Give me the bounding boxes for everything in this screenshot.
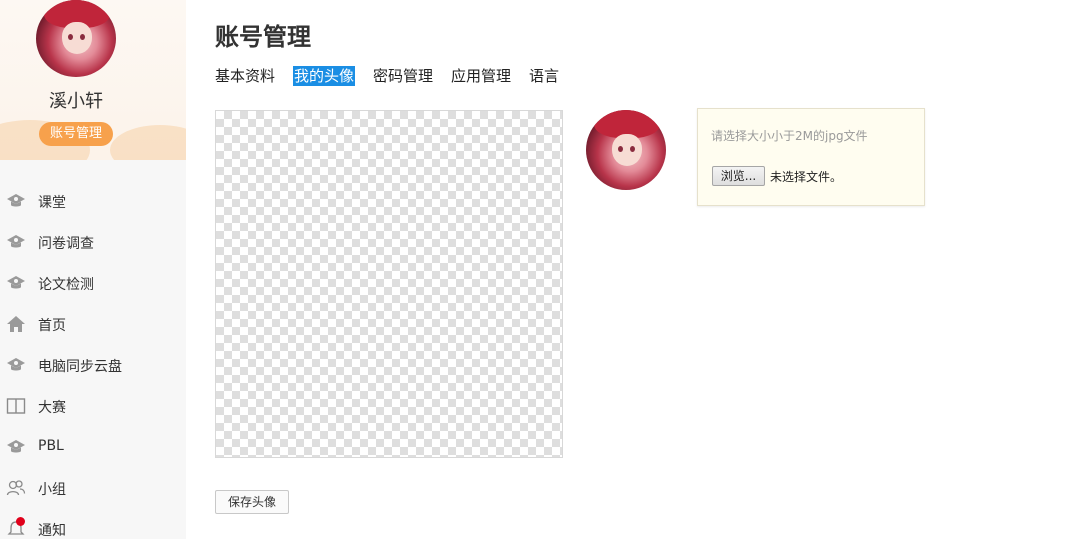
graduation-cap-icon [6,273,26,293]
tab-app-management[interactable]: 应用管理 [451,66,511,86]
page-title: 账号管理 [215,23,311,51]
avatar[interactable] [36,0,116,77]
tab-password[interactable]: 密码管理 [373,66,433,86]
sidebar-nav: 课堂 问卷调查 论文检测 首页 电脑同步云盘 大赛 PBL 小组 通知 [0,180,186,539]
book-icon [6,396,26,416]
sidebar-item-label: 论文检测 [38,277,94,293]
save-avatar-button[interactable]: 保存头像 [215,490,289,514]
avatar-crop-area[interactable] [215,110,563,458]
graduation-cap-icon [6,437,26,457]
avatar-eye [630,146,635,152]
home-icon [6,314,26,334]
graduation-cap-icon [6,191,26,211]
app: 溪小轩 账号管理 课堂 问卷调查 论文检测 首页 电脑同步云盘 大赛 PBL 小… [0,0,1086,539]
sidebar: 溪小轩 账号管理 课堂 问卷调查 论文检测 首页 电脑同步云盘 大赛 PBL 小… [0,0,186,539]
upload-panel: 请选择大小小于2M的jpg文件 浏览... 未选择文件。 [697,108,925,206]
sidebar-item-notifications[interactable]: 通知 [0,508,186,539]
sidebar-item-paper-check[interactable]: 论文检测 [0,262,186,303]
sidebar-item-label: 小组 [38,482,66,498]
graduation-cap-icon [6,355,26,375]
group-icon [6,478,26,498]
tab-my-avatar[interactable]: 我的头像 [293,66,356,86]
sidebar-item-classroom[interactable]: 课堂 [0,180,186,221]
sidebar-item-group[interactable]: 小组 [0,467,186,508]
sidebar-item-label: 通知 [38,523,66,539]
sidebar-item-label: 电脑同步云盘 [38,359,122,375]
notification-dot [16,517,25,526]
account-management-badge[interactable]: 账号管理 [39,122,113,146]
sidebar-item-pbl[interactable]: PBL [0,426,186,467]
decor-wave [110,125,186,160]
tab-basic-info[interactable]: 基本资料 [215,66,275,86]
sidebar-item-label: PBL [38,438,64,454]
tab-language[interactable]: 语言 [529,66,559,86]
sidebar-item-cloud-disk[interactable]: 电脑同步云盘 [0,344,186,385]
sidebar-item-home[interactable]: 首页 [0,303,186,344]
sidebar-item-label: 课堂 [38,195,66,211]
avatar-eye [68,34,73,40]
avatar-eye [618,146,623,152]
browse-button[interactable]: 浏览... [712,166,765,186]
avatar-eye [80,34,85,40]
sidebar-item-survey[interactable]: 问卷调查 [0,221,186,262]
upload-hint: 请选择大小小于2M的jpg文件 [711,129,868,143]
file-status: 未选择文件。 [770,170,843,184]
sidebar-item-label: 问卷调查 [38,236,94,252]
graduation-cap-icon [6,232,26,252]
profile-card: 溪小轩 账号管理 [0,0,186,160]
user-name: 溪小轩 [49,91,103,112]
sidebar-item-label: 大赛 [38,400,66,416]
sidebar-item-label: 首页 [38,318,66,334]
sidebar-item-contest[interactable]: 大赛 [0,385,186,426]
avatar-face [612,134,642,166]
avatar-preview [586,110,666,190]
avatar-face [62,22,92,54]
